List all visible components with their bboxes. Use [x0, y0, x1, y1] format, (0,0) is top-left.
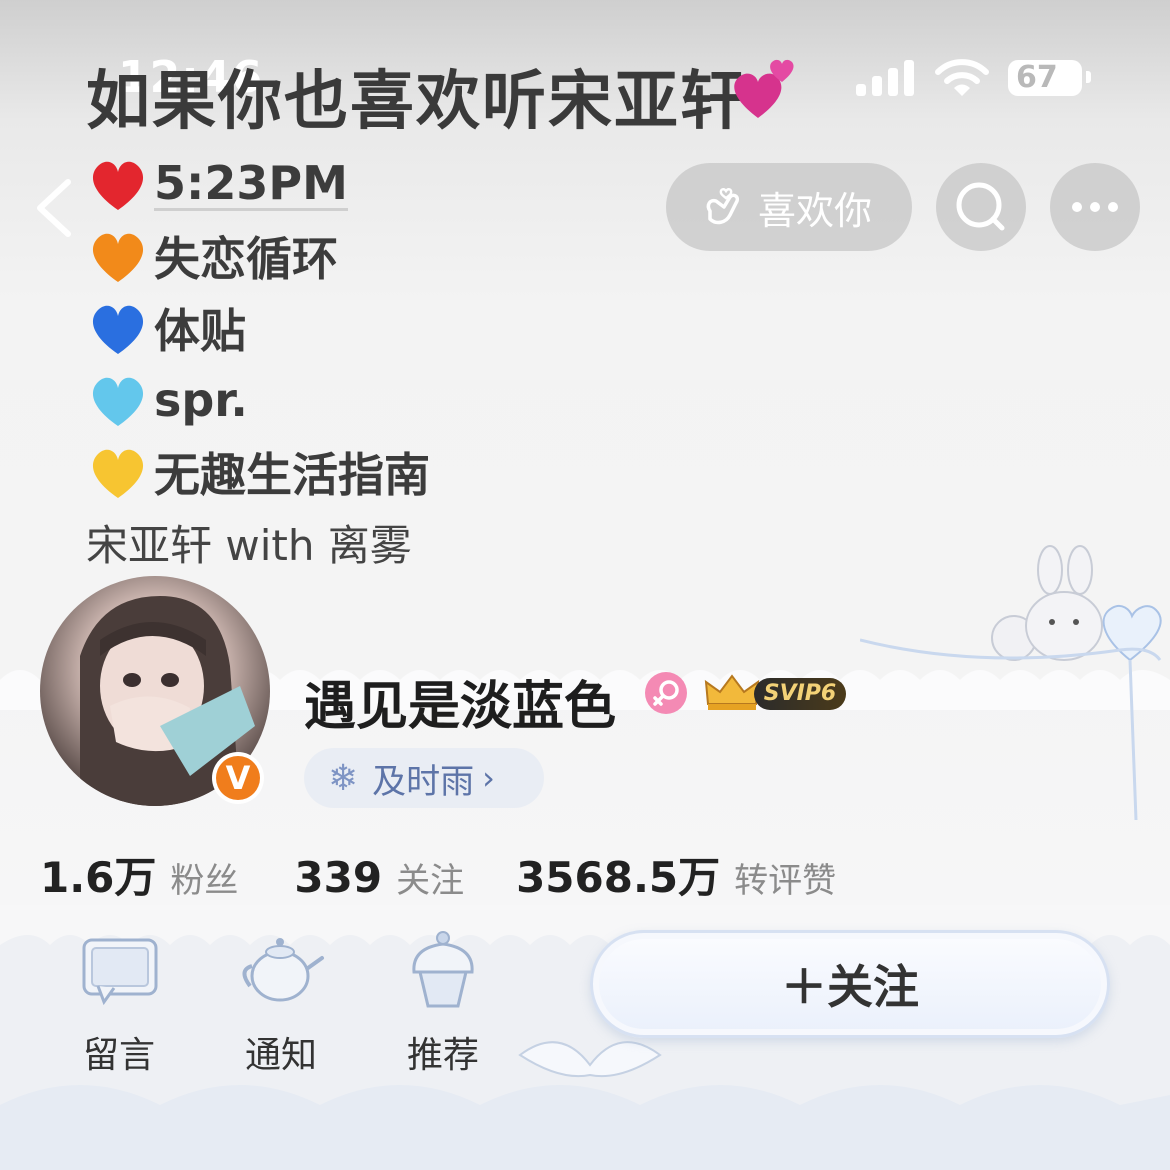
song-title: spr. — [154, 373, 248, 427]
blue-heart-icon — [92, 305, 144, 354]
song-tag-label: 及时雨 — [372, 761, 475, 802]
battery-nub — [1086, 71, 1091, 83]
more-button[interactable] — [1050, 163, 1140, 251]
search-icon — [956, 182, 1005, 231]
action-label: 推荐 — [406, 1035, 479, 1076]
profile-stats: 1.6万 粉丝 339 关注 3568.5万 转评赞 — [40, 844, 836, 902]
song-item: 失恋循环 — [86, 220, 430, 292]
finger-heart-icon — [706, 188, 740, 225]
song-tag-button[interactable]: ❄ 及时雨 › — [304, 748, 544, 808]
cupcake-icon — [412, 931, 474, 1008]
song-list: 5:23PM 失恋循环 体贴 spr. 无趣生活指南 — [86, 148, 430, 508]
song-title: 体贴 — [154, 304, 246, 358]
wifi-icon — [935, 59, 989, 96]
stat-label: 转评赞 — [734, 861, 837, 901]
song-title: 无趣生活指南 — [154, 448, 430, 502]
stat-value: 339 — [294, 853, 383, 902]
svip-label: SVIP6 — [754, 678, 846, 710]
status-indicators: 67 — [856, 58, 1096, 98]
verified-mark: V — [216, 756, 260, 800]
ribbon-decoration — [860, 638, 1162, 821]
cellular-signal-icon — [856, 58, 916, 98]
stat-value: 3568.5万 — [516, 853, 721, 902]
search-button[interactable] — [936, 163, 1026, 251]
crown-icon — [704, 674, 760, 710]
song-item: 体贴 — [86, 292, 430, 364]
stat-label: 关注 — [396, 861, 465, 901]
banner-credit: 宋亚轩 with 离雾 — [86, 521, 412, 570]
like-you-button[interactable]: 喜欢你 — [666, 163, 912, 251]
chevron-right-icon: › — [482, 759, 495, 797]
banner-title: 如果你也喜欢听宋亚轩 — [86, 65, 746, 139]
action-label: 通知 — [244, 1035, 317, 1076]
follow-button[interactable]: ＋关注 — [590, 930, 1110, 1038]
action-label: 留言 — [82, 1035, 155, 1076]
red-heart-icon — [92, 161, 144, 210]
two-hearts-icon — [734, 59, 794, 118]
song-item: 无趣生活指南 — [86, 436, 430, 508]
follow-label: ＋关注 — [781, 960, 919, 1014]
recommend-button[interactable]: 推荐 — [388, 918, 498, 1076]
message-board-icon — [82, 938, 158, 1006]
battery-level: 67 — [1008, 60, 1082, 96]
orange-heart-icon — [92, 233, 144, 282]
snowflake-icon: ❄ — [328, 757, 359, 799]
notification-button[interactable]: 通知 — [226, 918, 336, 1076]
song-item: 5:23PM — [86, 148, 430, 220]
stat-fans[interactable]: 1.6万 粉丝 — [40, 844, 238, 905]
svip-badge[interactable]: SVIP6 — [702, 670, 850, 714]
more-dots-icon — [1072, 202, 1118, 212]
song-title: 5:23PM — [154, 155, 348, 211]
username: 遇见是淡蓝色 — [304, 677, 617, 737]
like-you-label: 喜欢你 — [758, 188, 873, 233]
back-button[interactable] — [30, 176, 78, 240]
stat-interactions[interactable]: 3568.5万 转评赞 — [516, 844, 836, 905]
yellow-heart-icon — [92, 449, 144, 498]
stat-value: 1.6万 — [40, 853, 157, 902]
song-item: spr. — [86, 364, 430, 436]
verified-badge: V — [212, 752, 264, 804]
message-board-button[interactable]: 留言 — [64, 918, 174, 1076]
stat-label: 粉丝 — [170, 861, 239, 901]
stat-following[interactable]: 339 关注 — [294, 853, 464, 902]
female-icon — [645, 672, 687, 714]
teapot-icon — [242, 938, 324, 1002]
song-title: 失恋循环 — [154, 232, 338, 286]
light-blue-heart-icon — [92, 377, 144, 426]
